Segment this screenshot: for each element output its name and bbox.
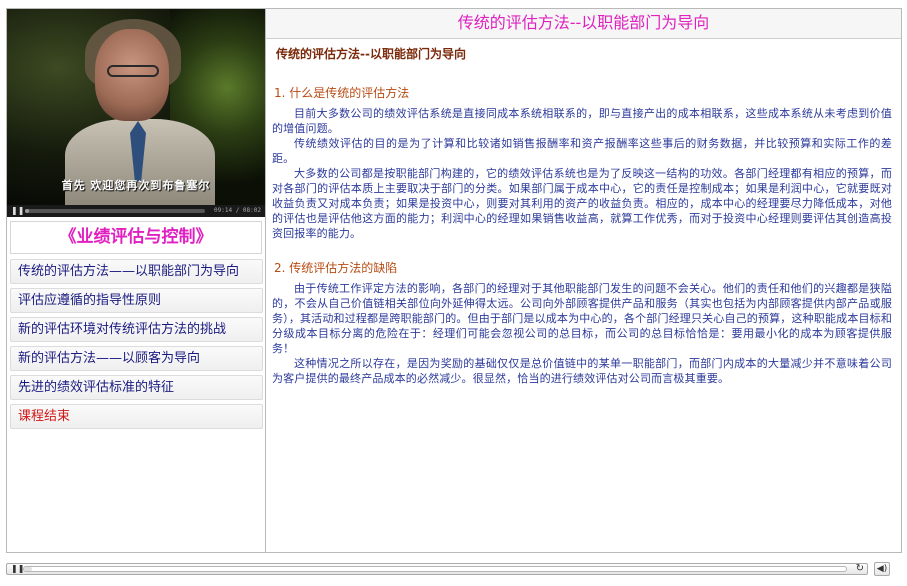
menu-item-new-environment[interactable]: 新的评估环境对传统评估方法的挑战 <box>10 317 263 342</box>
menu-item-guiding-principles[interactable]: 评估应遵循的指导性原则 <box>10 288 263 313</box>
video-pause-icon[interactable]: ❚❚ <box>11 207 24 215</box>
menu-item-traditional-methods[interactable]: 传统的评估方法——以职能部门为导向 <box>10 259 263 284</box>
speaker-icon[interactable]: ◀) <box>874 562 890 576</box>
course-progress-bar[interactable] <box>23 566 847 572</box>
video-time: 09:14 / 08:02 <box>214 207 261 214</box>
video-player[interactable]: 首先 欢迎您再次到布鲁塞尔 <box>7 9 265 205</box>
course-progress-fill <box>24 567 33 571</box>
video-subtitle: 首先 欢迎您再次到布鲁塞尔 <box>61 179 211 192</box>
video-controls: ❚❚ 09:14 / 08:02 <box>7 205 265 217</box>
chapter-menu: 传统的评估方法——以职能部门为导向 评估应遵循的指导性原则 新的评估环境对传统评… <box>10 259 263 433</box>
paragraph: 大多数的公司都是按职能部门构建的，它的绩效评估系统也是为了反映这一结构的功效。各… <box>272 167 892 240</box>
course-title: 《业绩评估与控制》 <box>10 221 262 254</box>
content-panel: 传统的评估方法--以职能部门为导向 传统的评估方法--以职能部门为导向 1. 什… <box>266 9 901 552</box>
app-frame: 首先 欢迎您再次到布鲁塞尔 ❚❚ 09:14 / 08:02 《业绩评估与控制》… <box>6 8 902 553</box>
lesson-subtitle: 传统的评估方法--以职能部门为导向 <box>276 47 466 61</box>
section-heading: 2. 传统评估方法的缺陷 <box>274 261 398 275</box>
paragraph: 这种情况之所以存在，是因为奖励的基础仅仅是总价值链中的某单一职能部门，而部门内成… <box>272 357 892 385</box>
paragraph: 传统绩效评估的目的是为了计算和比较诸如销售报酬率和资产报酬率这些事后的财务数据，… <box>272 137 892 165</box>
reload-icon[interactable]: ↻ <box>856 563 864 575</box>
lesson-content: 传统的评估方法--以职能部门为导向 1. 什么是传统的评估方法 目前大多数公司的… <box>272 45 892 386</box>
course-player-bar: ❚❚ ↻ <box>6 563 868 575</box>
left-panel: 首先 欢迎您再次到布鲁塞尔 ❚❚ 09:14 / 08:02 《业绩评估与控制》… <box>7 9 266 552</box>
section-heading: 1. 什么是传统的评估方法 <box>274 86 410 100</box>
paragraph: 由于传统工作评定方法的影响，各部门的经理对于其他职能部门发生的问题不会关心。他们… <box>272 282 892 355</box>
page-title: 传统的评估方法--以职能部门为导向 <box>266 9 901 39</box>
presenter-glasses <box>107 65 159 77</box>
menu-item-course-end[interactable]: 课程结束 <box>10 404 263 429</box>
video-seek-fill <box>25 209 29 213</box>
paragraph: 目前大多数公司的绩效评估系统是直接同成本系统相联系的，即与直接产出的成本相联系，… <box>272 107 892 135</box>
menu-item-advanced-standards[interactable]: 先进的绩效评估标准的特征 <box>10 375 263 400</box>
video-seek-bar[interactable] <box>25 209 205 213</box>
menu-item-customer-oriented[interactable]: 新的评估方法——以顾客为导向 <box>10 346 263 371</box>
